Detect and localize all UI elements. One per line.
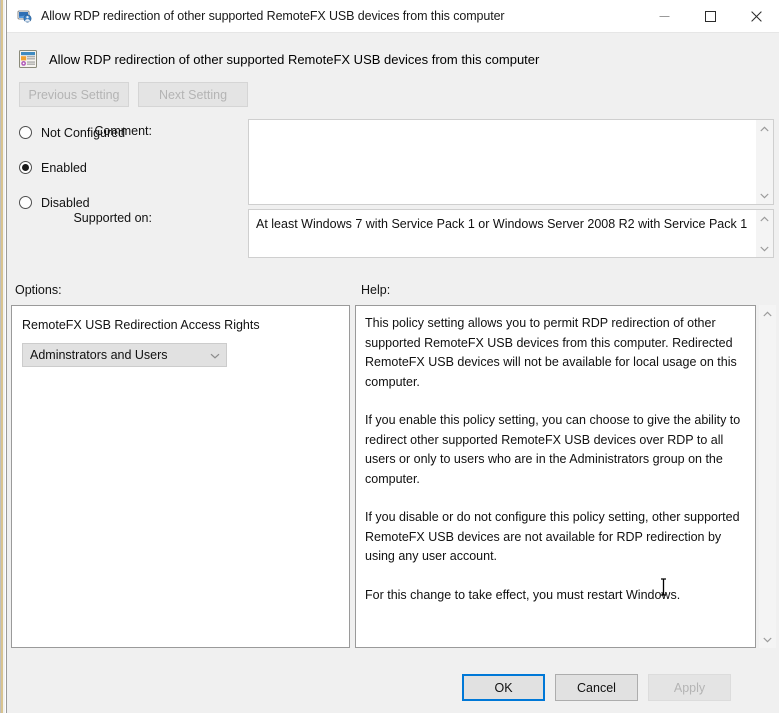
group-policy-icon (17, 8, 33, 24)
supported-scroll-up-icon[interactable] (756, 210, 773, 227)
bg-fill-stripe (3, 0, 5, 713)
help-scrollbar[interactable] (759, 305, 776, 648)
help-text: This policy setting allows you to permit… (356, 306, 755, 605)
help-paragraph-2: If you enable this policy setting, you c… (365, 413, 741, 486)
navigation-buttons: Previous Setting Next Setting (7, 73, 779, 107)
window-controls (641, 0, 779, 32)
comment-value[interactable] (249, 120, 756, 204)
maximize-button[interactable] (687, 0, 733, 32)
options-content: RemoteFX USB Redirection Access Rights A… (12, 306, 349, 367)
radio-not-configured-mark (19, 126, 32, 139)
title-bar[interactable]: Allow RDP redirection of other supported… (7, 0, 779, 33)
options-label: Options: (15, 283, 62, 297)
help-panel[interactable]: This policy setting allows you to permit… (355, 305, 756, 648)
state-and-comment-region: Not Configured Enabled Disabled Comment: (7, 119, 779, 269)
help-label: Help: (361, 283, 391, 297)
radio-disabled-mark (19, 196, 32, 209)
close-button[interactable] (733, 0, 779, 32)
radio-enabled-label: Enabled (41, 160, 87, 175)
access-rights-dropdown-value: Adminstrators and Users (30, 348, 168, 362)
window-title: Allow RDP redirection of other supported… (41, 9, 505, 23)
supported-on-scrollbar[interactable] (756, 210, 773, 257)
help-scroll-down-icon[interactable] (759, 631, 776, 648)
footer-buttons: OK Cancel Apply (462, 674, 731, 701)
comment-scroll-up-icon[interactable] (756, 120, 773, 137)
comment-label: Comment: (94, 124, 152, 138)
help-paragraph-4: For this change to take effect, you must… (365, 587, 681, 602)
next-setting-button[interactable]: Next Setting (138, 82, 248, 107)
policy-setting-icon (19, 50, 37, 68)
access-rights-dropdown[interactable]: Adminstrators and Users (22, 343, 227, 367)
options-panel: RemoteFX USB Redirection Access Rights A… (11, 305, 350, 648)
supported-scroll-down-icon[interactable] (756, 240, 773, 257)
supported-on-value: At least Windows 7 with Service Pack 1 o… (256, 217, 748, 231)
panel-labels-row: Options: Help: (7, 279, 779, 305)
help-paragraph-1: This policy setting allows you to permit… (365, 316, 737, 389)
dialog-footer: OK Cancel Apply (7, 665, 779, 713)
policy-title: Allow RDP redirection of other supported… (49, 51, 540, 67)
ok-button[interactable]: OK (462, 674, 545, 701)
radio-enabled[interactable]: Enabled (19, 154, 154, 181)
supported-on-label: Supported on: (73, 211, 152, 225)
policy-setting-dialog: Allow RDP redirection of other supported… (6, 0, 779, 713)
help-paragraph-3: If you disable or do not configure this … (365, 510, 740, 563)
comment-textarea[interactable] (248, 119, 774, 205)
cancel-button[interactable]: Cancel (555, 674, 638, 701)
chevron-down-icon (210, 346, 220, 364)
comment-scroll-down-icon[interactable] (756, 187, 773, 204)
previous-setting-button[interactable]: Previous Setting (19, 82, 129, 107)
option-setting-title: RemoteFX USB Redirection Access Rights (22, 318, 260, 332)
apply-button[interactable]: Apply (648, 674, 731, 701)
minimize-button[interactable] (641, 0, 687, 32)
radio-enabled-mark (19, 161, 32, 174)
radio-disabled-label: Disabled (41, 195, 90, 210)
supported-on-textarea[interactable]: At least Windows 7 with Service Pack 1 o… (248, 209, 774, 258)
policy-header: Allow RDP redirection of other supported… (7, 33, 779, 73)
comment-scrollbar[interactable] (756, 120, 773, 204)
help-scroll-up-icon[interactable] (759, 305, 776, 322)
panels-container: RemoteFX USB Redirection Access Rights A… (7, 305, 779, 650)
